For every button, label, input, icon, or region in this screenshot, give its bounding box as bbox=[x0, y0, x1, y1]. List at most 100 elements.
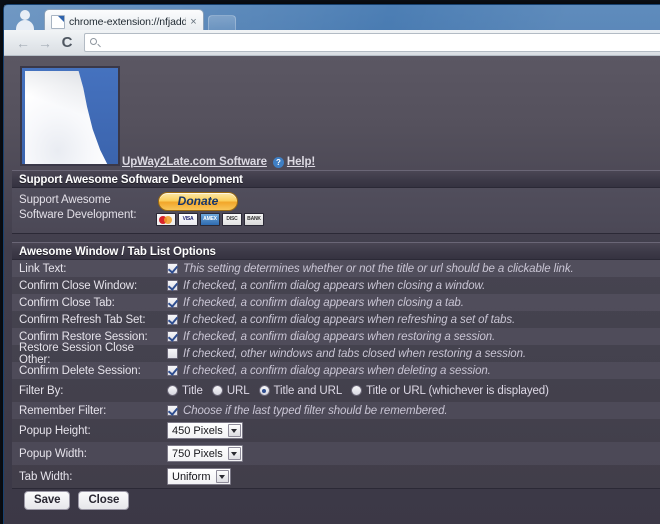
select-value-popup-width: 750 Pixels bbox=[172, 447, 223, 460]
visa-icon: VISA bbox=[178, 213, 198, 226]
forward-icon[interactable]: → bbox=[34, 32, 56, 54]
checkbox-remember-filter[interactable] bbox=[167, 405, 178, 416]
donate-panel-body: Support Awesome Software Development: Do… bbox=[12, 188, 660, 234]
checkbox-confirm-restore-session[interactable] bbox=[167, 331, 178, 342]
branding-row: UpWay2Late.com Software ? Help! bbox=[12, 62, 660, 170]
back-icon[interactable]: ← bbox=[12, 32, 34, 54]
option-description-confirm-close-window: If checked, a confirm dialog appears whe… bbox=[183, 279, 486, 292]
app-logo-icon bbox=[20, 66, 120, 166]
site-link[interactable]: UpWay2Late.com Software bbox=[122, 156, 267, 168]
browser-toolbar: ← → C bbox=[4, 30, 660, 56]
radio-button-filter-by-1[interactable] bbox=[211, 385, 223, 396]
checkbox-restore-session-close-other[interactable] bbox=[167, 348, 178, 359]
option-row-link-text: Link Text: This setting determines whethe… bbox=[12, 260, 660, 277]
tab-title: chrome-extension://nfjaddl bbox=[69, 16, 186, 28]
option-row-remember-filter: Remember Filter: Choose if the last typed… bbox=[12, 402, 660, 419]
option-control-popup-width: 750 Pixels bbox=[167, 445, 660, 462]
radio-button-filter-by-3[interactable] bbox=[351, 385, 363, 396]
option-description-confirm-restore-session: If checked, a confirm dialog appears whe… bbox=[183, 330, 496, 343]
address-input[interactable] bbox=[101, 35, 660, 50]
option-row-confirm-delete-session: Confirm Delete Session: If checked, a con… bbox=[12, 362, 660, 379]
checkbox-link-text[interactable] bbox=[167, 263, 178, 274]
donate-panel-title: Support Awesome Software Development bbox=[12, 170, 660, 188]
chevron-down-icon[interactable] bbox=[227, 447, 241, 460]
option-control-confirm-close-window: If checked, a confirm dialog appears whe… bbox=[167, 280, 660, 292]
donate-label-line1: Support Awesome bbox=[19, 194, 111, 206]
form-button-bar: Save Close bbox=[12, 485, 660, 515]
radio-group-filter-by: Title URL Title and URL Title or URL (which… bbox=[167, 385, 558, 397]
radio-option-filter-by-2[interactable]: Title and URL bbox=[258, 384, 343, 397]
checkbox-confirm-close-window[interactable] bbox=[167, 280, 178, 291]
help-icon[interactable]: ? bbox=[272, 156, 284, 168]
option-label-confirm-close-window: Confirm Close Window: bbox=[19, 279, 138, 292]
option-control-popup-height: 450 Pixels bbox=[167, 422, 660, 439]
option-description-confirm-delete-session: If checked, a confirm dialog appears whe… bbox=[183, 364, 491, 377]
option-control-link-text: This setting determines whether or not t… bbox=[167, 263, 660, 275]
option-label-popup-height: Popup Height: bbox=[19, 424, 91, 437]
checkbox-confirm-close-tab[interactable] bbox=[167, 297, 178, 308]
option-label-remember-filter: Remember Filter: bbox=[19, 404, 107, 417]
option-description-confirm-close-tab: If checked, a confirm dialog appears whe… bbox=[183, 296, 464, 309]
option-control-tab-width: Uniform bbox=[167, 468, 660, 485]
options-rows: Link Text: This setting determines whethe… bbox=[12, 260, 660, 489]
radio-label-filter-by-0: Title bbox=[182, 384, 203, 397]
options-page: UpWay2Late.com Software ? Help! Support … bbox=[4, 56, 660, 524]
donate-label-line2: Software Development: bbox=[19, 209, 137, 221]
option-label-link-text: Link Text: bbox=[19, 262, 67, 275]
option-label-confirm-refresh-tab-set: Confirm Refresh Tab Set: bbox=[19, 313, 146, 326]
option-control-confirm-delete-session: If checked, a confirm dialog appears whe… bbox=[167, 365, 660, 377]
radio-button-filter-by-2[interactable] bbox=[258, 385, 270, 396]
help-link[interactable]: Help! bbox=[287, 156, 315, 168]
avatar-head bbox=[20, 10, 30, 20]
option-row-confirm-close-tab: Confirm Close Tab: If checked, a confirm … bbox=[12, 294, 660, 311]
option-description-confirm-refresh-tab-set: If checked, a confirm dialog appears whe… bbox=[183, 313, 516, 326]
radio-label-filter-by-1: URL bbox=[226, 384, 250, 397]
options-panel: Awesome Window / Tab List Options Link T… bbox=[12, 242, 660, 489]
chevron-down-icon[interactable] bbox=[215, 470, 229, 483]
close-button[interactable]: Close bbox=[78, 490, 130, 510]
mastercard-icon bbox=[156, 213, 176, 226]
option-control-filter-by: Title URL Title and URL Title or URL (which… bbox=[167, 385, 660, 397]
donate-panel: Support Awesome Software Development Sup… bbox=[12, 170, 660, 234]
option-description-remember-filter: Choose if the last typed filter should b… bbox=[183, 404, 448, 417]
chevron-down-icon[interactable] bbox=[227, 424, 241, 437]
option-row-popup-height: Popup Height: 450 Pixels bbox=[12, 419, 660, 442]
option-control-confirm-close-tab: If checked, a confirm dialog appears whe… bbox=[167, 297, 660, 309]
profile-avatar-icon[interactable] bbox=[15, 9, 35, 33]
option-row-filter-by: Filter By: Title URL Title and URL Title or … bbox=[12, 379, 660, 402]
option-label-confirm-close-tab: Confirm Close Tab: bbox=[19, 296, 115, 309]
radio-label-filter-by-2: Title and URL bbox=[273, 384, 343, 397]
option-row-confirm-close-window: Confirm Close Window: If checked, a confi… bbox=[12, 277, 660, 294]
option-row-restore-session-close-other: Restore Session Close Other: If checked, … bbox=[12, 342, 660, 366]
amex-icon: AMEX bbox=[200, 213, 220, 226]
select-value-tab-width: Uniform bbox=[172, 470, 211, 483]
option-row-confirm-refresh-tab-set: Confirm Refresh Tab Set: If checked, a co… bbox=[12, 311, 660, 328]
select-value-popup-height: 450 Pixels bbox=[172, 424, 223, 437]
checkbox-confirm-delete-session[interactable] bbox=[167, 365, 178, 376]
checkbox-confirm-refresh-tab-set[interactable] bbox=[167, 314, 178, 325]
radio-option-filter-by-1[interactable]: URL bbox=[211, 384, 250, 397]
discover-icon: DISC VER bbox=[222, 213, 242, 226]
select-popup-height[interactable]: 450 Pixels bbox=[167, 422, 243, 439]
options-panel-title: Awesome Window / Tab List Options bbox=[12, 242, 660, 260]
address-bar[interactable] bbox=[84, 33, 660, 52]
tab-close-icon[interactable]: × bbox=[188, 16, 199, 28]
select-popup-width[interactable]: 750 Pixels bbox=[167, 445, 243, 462]
option-control-remember-filter: Choose if the last typed filter should b… bbox=[167, 405, 660, 417]
option-control-confirm-restore-session: If checked, a confirm dialog appears whe… bbox=[167, 331, 660, 343]
option-control-confirm-refresh-tab-set: If checked, a confirm dialog appears whe… bbox=[167, 314, 660, 326]
radio-button-filter-by-0[interactable] bbox=[167, 385, 178, 396]
donate-button[interactable]: Donate bbox=[158, 192, 238, 211]
option-label-popup-width: Popup Width: bbox=[19, 447, 87, 460]
select-tab-width[interactable]: Uniform bbox=[167, 468, 231, 485]
radio-option-filter-by-0[interactable]: Title bbox=[167, 385, 203, 397]
option-label-confirm-delete-session: Confirm Delete Session: bbox=[19, 364, 141, 377]
option-label-restore-session-close-other: Restore Session Close Other: bbox=[19, 341, 134, 366]
save-button[interactable]: Save bbox=[24, 490, 71, 510]
option-label-filter-by: Filter By: bbox=[19, 384, 64, 397]
bank-icon: BANK bbox=[244, 213, 264, 226]
reload-icon[interactable]: C bbox=[56, 32, 78, 54]
radio-option-filter-by-3[interactable]: Title or URL (whichever is displayed) bbox=[351, 385, 549, 397]
page-favicon-icon bbox=[51, 15, 65, 29]
option-description-restore-session-close-other: If checked, other windows and tabs close… bbox=[183, 347, 526, 360]
